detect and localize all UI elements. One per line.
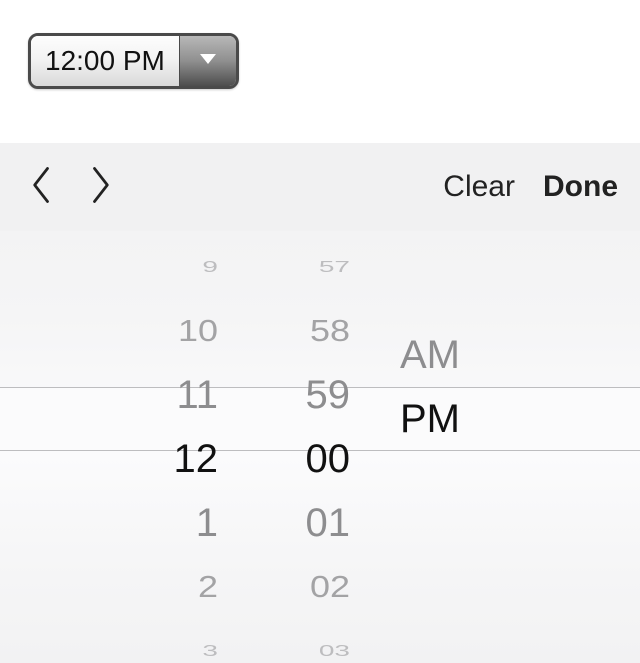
chevron-left-icon [31, 166, 53, 209]
clear-button[interactable]: Clear [443, 170, 515, 204]
minute-wheel[interactable]: 56 57 58 59 00 01 02 03 [260, 231, 380, 663]
prev-button[interactable] [22, 159, 62, 215]
hour-option[interactable]: 10 [128, 304, 248, 358]
hour-wheel[interactable]: 8 9 10 11 12 1 2 3 [128, 231, 248, 663]
time-field-dropdown-button[interactable] [180, 36, 236, 86]
next-button[interactable] [80, 159, 120, 215]
hour-option-selected[interactable]: 12 [128, 427, 248, 491]
minute-option[interactable]: 58 [260, 304, 380, 358]
minute-option[interactable]: 02 [260, 560, 380, 614]
hour-option[interactable]: 1 [128, 491, 248, 555]
time-picker: 8 9 10 11 12 1 2 3 56 57 58 59 00 01 02 … [0, 231, 640, 663]
period-option[interactable]: AM [392, 323, 512, 387]
minute-option-selected[interactable]: 00 [260, 427, 380, 491]
period-wheel[interactable]: AM PM [392, 231, 512, 663]
caret-down-icon [196, 47, 220, 76]
minute-option[interactable]: 03 [260, 633, 380, 663]
chevron-right-icon [89, 166, 111, 209]
minute-option[interactable]: 01 [260, 491, 380, 555]
time-field-value: 12:00 PM [31, 36, 180, 86]
picker-toolbar: Clear Done [0, 143, 640, 231]
minute-option[interactable]: 59 [260, 363, 380, 427]
time-field[interactable]: 12:00 PM [28, 33, 239, 89]
hour-option[interactable]: 11 [128, 363, 248, 427]
period-option-selected[interactable]: PM [392, 387, 512, 451]
minute-option[interactable]: 57 [260, 249, 380, 284]
hour-option[interactable]: 9 [128, 249, 248, 284]
hour-option[interactable]: 2 [128, 560, 248, 614]
hour-option[interactable]: 3 [128, 633, 248, 663]
done-button[interactable]: Done [543, 170, 618, 204]
